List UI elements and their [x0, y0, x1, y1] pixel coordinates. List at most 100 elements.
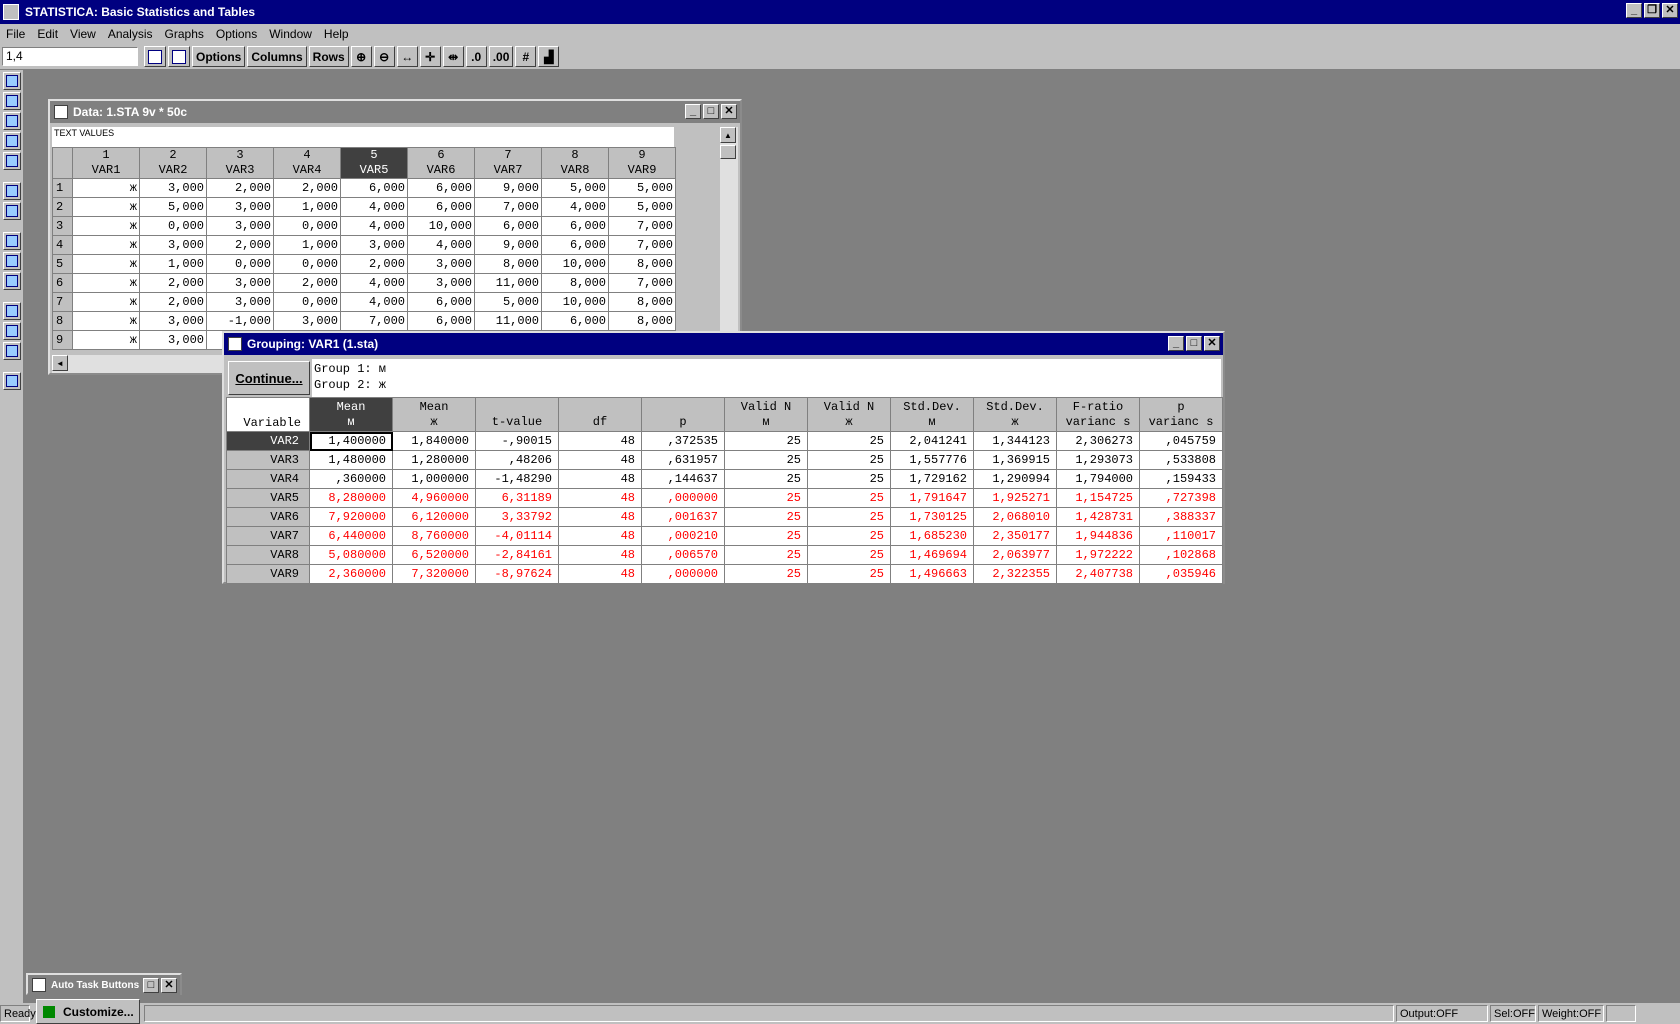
result-cell[interactable]: 48 [558, 545, 642, 565]
result-cell[interactable]: ,001637 [641, 507, 725, 527]
row-number[interactable]: 1 [52, 178, 73, 198]
result-cell[interactable]: 2,350177 [973, 526, 1057, 546]
data-cell[interactable]: 6,000 [474, 216, 542, 236]
data-cell[interactable]: ж [72, 216, 140, 236]
stats-icon[interactable] [3, 72, 21, 90]
data-cell[interactable]: 3,000 [206, 273, 274, 293]
result-cell[interactable]: ,727398 [1139, 488, 1223, 508]
result-cell[interactable]: 1,469694 [890, 545, 974, 565]
data-cell[interactable]: 8,000 [608, 254, 676, 274]
scroll-left-icon[interactable]: ◄ [52, 355, 68, 371]
results-column-header[interactable]: df [558, 397, 642, 432]
variable-name[interactable]: VAR8 [226, 545, 310, 565]
result-cell[interactable]: 1,794000 [1056, 469, 1140, 489]
result-cell[interactable]: 25 [724, 564, 808, 584]
restore-icon[interactable]: ❐ [1644, 3, 1660, 18]
column-header-var3[interactable]: 3 VAR3 [206, 147, 274, 179]
result-cell[interactable]: ,360000 [309, 469, 393, 489]
data-cell[interactable]: 2,000 [206, 178, 274, 198]
data-cell[interactable]: 7,000 [608, 235, 676, 255]
results-column-header[interactable]: Valid Nж [807, 397, 891, 432]
result-cell[interactable]: -1,48290 [475, 469, 559, 489]
result-cell[interactable]: 25 [807, 545, 891, 565]
row-number[interactable]: 4 [52, 235, 73, 255]
menu-window[interactable]: Window [263, 27, 318, 41]
row-number[interactable]: 3 [52, 216, 73, 236]
result-cell[interactable]: 1,293073 [1056, 450, 1140, 470]
data-cell[interactable]: 0,000 [273, 292, 341, 312]
result-cell[interactable]: -8,97624 [475, 564, 559, 584]
menu-graphs[interactable]: Graphs [159, 27, 210, 41]
maximize-icon[interactable]: □ [143, 978, 159, 993]
variable-name[interactable]: VAR6 [226, 507, 310, 527]
help-icon[interactable] [3, 372, 21, 390]
result-cell[interactable]: 1,400000 [309, 431, 393, 451]
columns-button[interactable]: Columns [247, 46, 307, 67]
statistics-icon[interactable] [3, 182, 21, 200]
data-cell[interactable]: 6,000 [541, 216, 609, 236]
results-column-header[interactable]: Std.Dev. ж [973, 397, 1057, 432]
menu-options[interactable]: Options [210, 27, 263, 41]
data-cell[interactable]: 3,000 [206, 216, 274, 236]
data-cell[interactable]: 4,000 [541, 197, 609, 217]
data-cell[interactable]: 5,000 [608, 178, 676, 198]
result-cell[interactable]: 1,840000 [392, 431, 476, 451]
data-cell[interactable]: 2,000 [273, 273, 341, 293]
minimize-icon[interactable]: _ [1168, 336, 1184, 351]
data-cell[interactable]: 5,000 [139, 197, 207, 217]
data-cell[interactable]: 2,000 [273, 178, 341, 198]
variable-name[interactable]: VAR9 [226, 564, 310, 584]
result-cell[interactable]: 6,440000 [309, 526, 393, 546]
data-cell[interactable]: 0,000 [139, 216, 207, 236]
result-cell[interactable]: -,90015 [475, 431, 559, 451]
cross-width-icon[interactable]: ✛ [419, 46, 441, 67]
result-cell[interactable]: 6,31189 [475, 488, 559, 508]
column-header-var7[interactable]: 7 VAR7 [474, 147, 542, 179]
data-cell[interactable]: 0,000 [206, 254, 274, 274]
variable-name[interactable]: VAR2 [226, 431, 310, 451]
result-cell[interactable]: 1,730125 [890, 507, 974, 527]
row-number[interactable]: 9 [52, 330, 73, 350]
data-cell[interactable]: 3,000 [340, 235, 408, 255]
result-cell[interactable]: 25 [807, 450, 891, 470]
result-cell[interactable]: 48 [558, 526, 642, 546]
results-column-header[interactable]: p [641, 397, 725, 432]
data-cell[interactable]: 7,000 [340, 311, 408, 331]
result-cell[interactable]: 48 [558, 507, 642, 527]
data-cell[interactable]: 7,000 [608, 273, 676, 293]
data-cell[interactable]: 8,000 [541, 273, 609, 293]
result-cell[interactable]: 6,520000 [392, 545, 476, 565]
maximize-icon[interactable]: □ [703, 104, 719, 119]
multiple-windows-icon[interactable] [3, 202, 21, 220]
column-header-var9[interactable]: 9 VAR9 [608, 147, 676, 179]
statistica-app-icon[interactable] [3, 4, 19, 20]
result-cell[interactable]: 25 [724, 450, 808, 470]
result-cell[interactable]: ,000000 [641, 488, 725, 508]
stats-window-icon[interactable] [144, 46, 166, 67]
status-selection[interactable]: Sel:OFF [1490, 1005, 1536, 1022]
close-icon[interactable]: ✕ [721, 104, 737, 119]
save-icon[interactable] [3, 252, 21, 270]
data-cell[interactable]: 0,000 [273, 216, 341, 236]
decrease-decimals-icon[interactable]: .00 [488, 46, 514, 67]
increase-decimals-icon[interactable]: .0 [465, 46, 487, 67]
data-cell[interactable]: 3,000 [407, 254, 475, 274]
open-icon[interactable] [3, 232, 21, 250]
results-column-header[interactable]: Std.Dev. м [890, 397, 974, 432]
result-cell[interactable]: 25 [724, 431, 808, 451]
data-window-icon[interactable] [168, 46, 190, 67]
data-cell[interactable]: 10,000 [407, 216, 475, 236]
column-header-var8[interactable]: 8 VAR8 [541, 147, 609, 179]
data-cell[interactable]: 11,000 [474, 273, 542, 293]
data-cell[interactable]: 1,000 [139, 254, 207, 274]
data-cell[interactable]: 9,000 [474, 235, 542, 255]
result-cell[interactable]: 1,791647 [890, 488, 974, 508]
column-width-icon[interactable]: ↔ [396, 46, 418, 67]
options-button[interactable]: Options [192, 46, 246, 67]
status-weight[interactable]: Weight:OFF [1538, 1005, 1604, 1022]
continue-button[interactable]: Continue... [228, 361, 310, 395]
result-cell[interactable]: 48 [558, 431, 642, 451]
result-cell[interactable]: ,144637 [641, 469, 725, 489]
result-cell[interactable]: 25 [807, 526, 891, 546]
row-number[interactable]: 8 [52, 311, 73, 331]
